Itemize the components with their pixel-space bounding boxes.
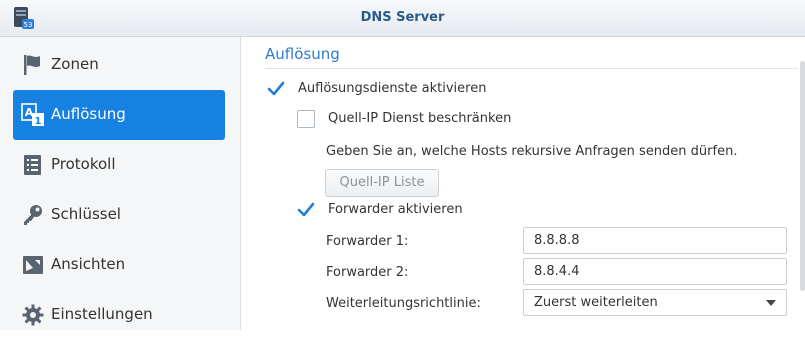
forwarder1-input[interactable]: 8.8.8.8 xyxy=(523,227,787,254)
scrollbar-thumb[interactable] xyxy=(800,61,805,291)
sidebar-item-label: Schlüssel xyxy=(51,205,121,223)
sidebar-item-label: Auflösung xyxy=(51,105,126,123)
forwarder1-label: Forwarder 1: xyxy=(326,234,409,249)
policy-label: Weiterleitungsrichtlinie: xyxy=(326,296,481,311)
views-icon xyxy=(23,256,43,274)
source-ip-hint: Geben Sie an, welche Hosts rekursive Anf… xyxy=(326,144,738,159)
chevron-down-icon xyxy=(766,300,776,306)
limit-source-ip-label: Quell-IP Dienst beschränken xyxy=(328,111,512,126)
policy-select-value: Zuerst weiterleiten xyxy=(534,295,658,310)
forwarder2-input[interactable]: 8.8.4.4 xyxy=(523,258,787,285)
sidebar-item-label: Zonen xyxy=(51,55,99,73)
resolution-services-label: Auflösungsdienste aktivieren xyxy=(298,81,487,96)
source-ip-list-button[interactable]: Quell-IP Liste xyxy=(325,169,439,197)
resolution-services-checkbox[interactable] xyxy=(267,80,285,98)
sidebar-item-label: Protokoll xyxy=(51,155,116,173)
section-title: Auflösung xyxy=(265,45,340,63)
forwarder2-label: Forwarder 2: xyxy=(326,265,409,280)
policy-select[interactable]: Zuerst weiterleiten xyxy=(523,289,787,316)
section-divider xyxy=(265,68,805,69)
forwarder-enable-checkbox[interactable] xyxy=(297,201,315,219)
scrollbar[interactable] xyxy=(798,37,805,330)
sidebar-item-protokoll[interactable]: Protokoll xyxy=(13,140,225,190)
sidebar-item-label: Einstellungen xyxy=(51,305,153,323)
title-bar: 53 DNS Server xyxy=(0,0,805,37)
resolution-icon: A 1 xyxy=(21,103,44,127)
log-icon xyxy=(24,155,41,175)
limit-source-ip-checkbox[interactable] xyxy=(297,110,315,128)
sidebar-item-aufloesung[interactable]: A 1 Auflösung xyxy=(13,90,225,140)
flag-icon xyxy=(24,55,40,75)
sidebar-item-schluessel[interactable]: Schlüssel xyxy=(13,190,225,240)
sidebar-item-ansichten[interactable]: Ansichten xyxy=(13,240,225,290)
sidebar: Zonen A 1 Auflösung Protokoll Schlüssel xyxy=(0,37,241,330)
key-icon xyxy=(24,205,42,225)
sidebar-item-label: Ansichten xyxy=(51,255,126,273)
svg-text:1: 1 xyxy=(35,116,42,127)
sidebar-item-einstellungen[interactable]: Einstellungen xyxy=(13,290,225,340)
forwarder-enable-label: Forwarder aktivieren xyxy=(328,202,463,217)
window-title: DNS Server xyxy=(360,10,445,25)
main-panel: Auflösung Auflösungsdienste aktivieren Q… xyxy=(241,37,805,330)
gear-icon xyxy=(22,304,44,326)
sidebar-item-zonen[interactable]: Zonen xyxy=(13,40,225,90)
